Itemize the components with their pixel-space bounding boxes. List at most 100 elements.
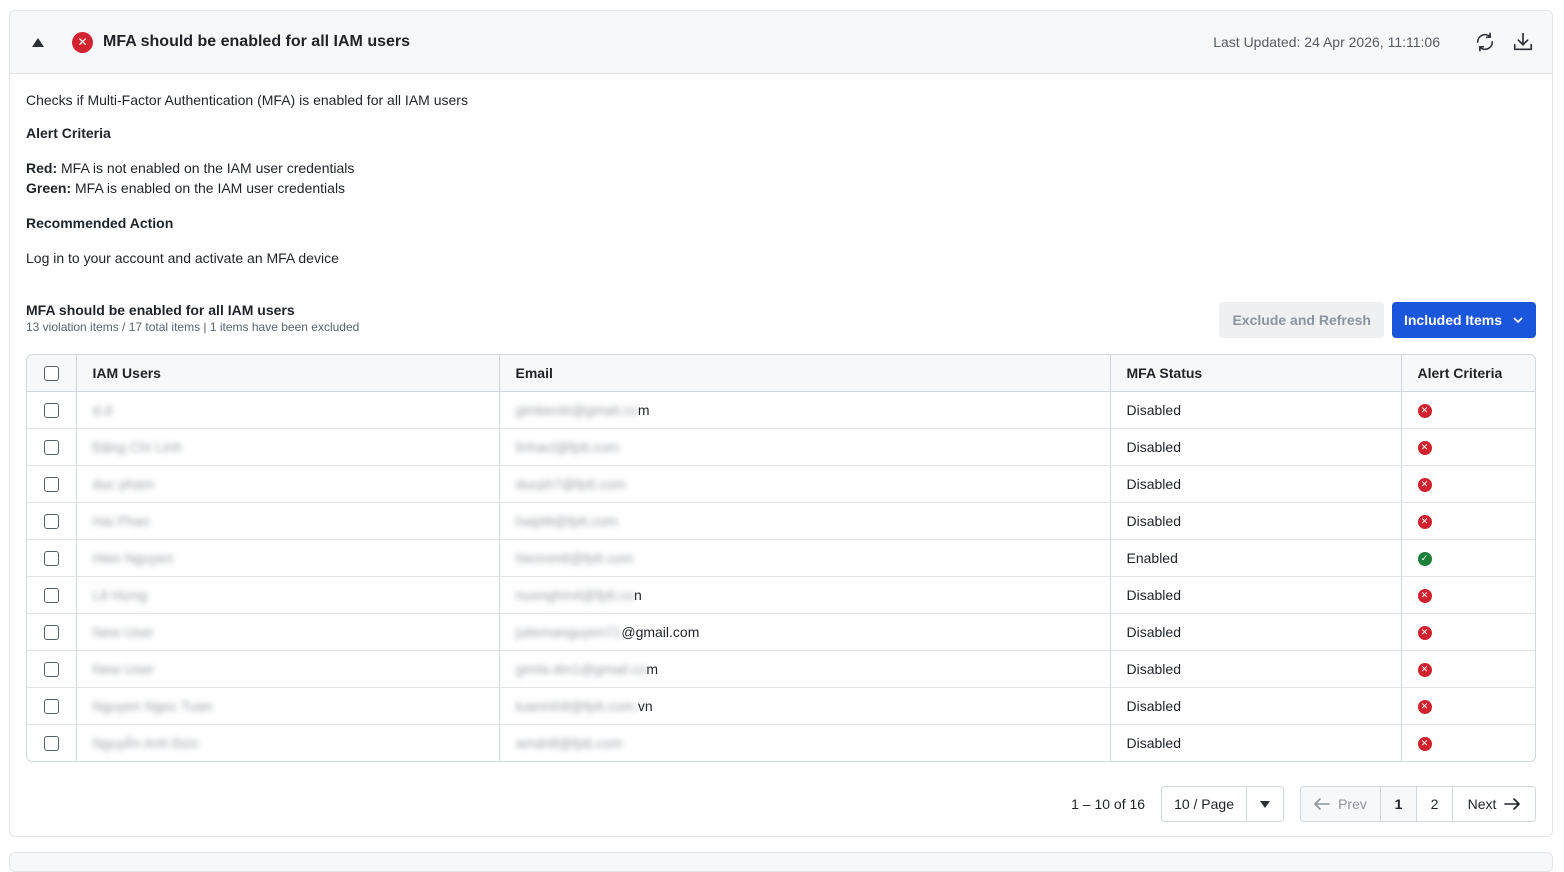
iam-user-name: Đặng Chí Linh [92, 438, 183, 455]
next-page-button[interactable]: Next [1453, 787, 1535, 821]
results-title: MFA should be enabled for all IAM users [26, 302, 295, 318]
email-redacted: hiennm8@fptt.com [515, 549, 634, 566]
alert-criteria-cell: ✕ [1401, 465, 1535, 503]
recommended-action-text: Log in to your account and activate an M… [26, 250, 339, 266]
iam-user-cell: Lê Hưng [76, 576, 500, 614]
iam-user-cell: Nguyễn Anh Đức [76, 724, 500, 761]
column-header-iam-users[interactable]: IAM Users [76, 355, 500, 392]
table-row[interactable]: Nguyen Ngoc Tuan tuanmh8@fptt.com.vn Disab… [27, 687, 1535, 725]
select-all-checkbox[interactable] [43, 366, 59, 382]
iam-user-cell: Đặng Chí Linh [76, 428, 500, 466]
page-button-2[interactable]: 2 [1417, 787, 1453, 821]
check-description: Checks if Multi-Factor Authentication (M… [26, 92, 468, 108]
page-buttons: Prev 1 2 Next [1300, 786, 1536, 822]
alert-criteria-cell: ✕ [1401, 687, 1535, 725]
row-checkbox[interactable] [43, 661, 59, 677]
email-redacted: haipt8@fptt.com [515, 512, 618, 529]
page-size-select[interactable]: 10 / Page [1161, 786, 1284, 822]
criteria-red-label: Red: [26, 160, 58, 176]
refresh-icon[interactable] [1472, 29, 1498, 55]
error-circle-icon: ✕ [1417, 736, 1432, 751]
error-circle-icon: ✕ [1417, 440, 1432, 455]
email-cell: nuonghm4@fptt.con [499, 576, 1111, 614]
row-checkbox[interactable] [43, 698, 59, 714]
iam-user-cell: duc pham [76, 465, 500, 503]
column-header-alert-criteria[interactable]: Alert Criteria [1401, 355, 1535, 392]
table-header-row: IAM Users Email MFA Status Alert Criteri… [27, 355, 1535, 392]
mfa-status-cell: Disabled [1110, 576, 1402, 614]
page-button-1[interactable]: 1 [1381, 787, 1417, 821]
chevron-down-icon [1513, 317, 1523, 323]
row-select-cell [27, 391, 77, 429]
mfa-status-cell: Disabled [1110, 465, 1402, 503]
mfa-status-cell: Disabled [1110, 502, 1402, 540]
criteria-green-label: Green: [26, 180, 72, 196]
prev-page-button[interactable]: Prev [1301, 787, 1381, 821]
table-row[interactable]: Đặng Chí Linh linhacl@fptt.com Disabled ✕ [27, 428, 1535, 466]
criteria-green-text: MFA is enabled on the IAM user credentia… [71, 180, 346, 196]
alert-criteria-cell: ✕ [1401, 613, 1535, 651]
row-checkbox[interactable] [43, 624, 59, 640]
email-redacted: ducph7@fptt.com [515, 475, 626, 492]
row-checkbox[interactable] [43, 513, 59, 529]
row-checkbox[interactable] [43, 550, 59, 566]
alert-criteria-cell: ✕ [1401, 391, 1535, 429]
email-visible: m [637, 401, 650, 418]
email-redacted: gimbeckt@gmail.co [515, 401, 638, 418]
included-items-button[interactable]: Included Items [1391, 302, 1536, 338]
page-size-dropdown[interactable] [1247, 787, 1283, 821]
row-checkbox[interactable] [43, 736, 59, 752]
alert-criteria-cell: ✕ [1401, 576, 1535, 614]
results-meta: 13 violation items / 17 total items | 1 … [26, 320, 360, 334]
row-checkbox[interactable] [43, 439, 59, 455]
table-row[interactable]: New User juliemanguyen71@gmail.com Disable… [27, 613, 1535, 651]
table-row[interactable]: Nguyễn Anh Đức amdn8@fptt.com Disabled ✕ [27, 724, 1535, 761]
email-redacted: gimla.dm1@gmail.co [515, 660, 647, 677]
email-cell: ducph7@fptt.com [499, 465, 1111, 503]
table-row[interactable]: New User gimla.dm1@gmail.com Disabled ✕ [27, 650, 1535, 688]
mfa-status-cell: Disabled [1110, 428, 1402, 466]
email-cell: gimla.dm1@gmail.com [499, 650, 1111, 688]
table-row[interactable]: duc pham ducph7@fptt.com Disabled ✕ [27, 465, 1535, 503]
table-row[interactable]: Hai Phan haipt8@fptt.com Disabled ✕ [27, 502, 1535, 540]
alert-criteria-cell: ✕ [1401, 502, 1535, 540]
iam-user-name: Nguyễn Anh Đức [92, 734, 200, 751]
error-circle-icon: ✕ [1417, 699, 1432, 714]
next-check-card[interactable] [9, 852, 1553, 872]
mfa-status-cell: Disabled [1110, 687, 1402, 725]
collapse-caret-icon[interactable] [32, 37, 44, 47]
email-cell: gimbeckt@gmail.com [499, 391, 1111, 429]
results-actions: Exclude and Refresh Included Items [1219, 302, 1536, 338]
row-checkbox[interactable] [43, 476, 59, 492]
results-header: MFA should be enabled for all IAM users … [26, 302, 1536, 338]
row-select-cell [27, 650, 77, 688]
download-icon[interactable] [1510, 29, 1536, 55]
iam-user-cell: Hai Phan [76, 502, 500, 540]
exclude-and-refresh-button[interactable]: Exclude and Refresh [1219, 302, 1384, 338]
email-visible: m [646, 660, 659, 677]
iam-user-cell: Nguyen Ngoc Tuan [76, 687, 500, 725]
iam-user-name: duc pham [92, 475, 154, 492]
email-cell: hiennm8@fptt.com [499, 539, 1111, 577]
iam-user-name: Hai Phan [92, 512, 151, 529]
recommended-action-heading: Recommended Action [26, 215, 174, 231]
prev-label: Prev [1338, 796, 1367, 812]
column-header-mfa-status[interactable]: MFA Status [1110, 355, 1402, 392]
mfa-status-cell: Disabled [1110, 613, 1402, 651]
card-header: ✕ MFA should be enabled for all IAM user… [10, 11, 1552, 74]
caret-down-icon [1260, 800, 1270, 808]
table-row[interactable]: d.d gimbeckt@gmail.com Disabled ✕ [27, 391, 1535, 429]
iam-user-cell: Hien Nguyen [76, 539, 500, 577]
row-checkbox[interactable] [43, 587, 59, 603]
table-row[interactable]: Lê Hưng nuonghm4@fptt.con Disabled ✕ [27, 576, 1535, 614]
page-size-value: 10 / Page [1162, 787, 1247, 821]
table-row[interactable]: Hien Nguyen hiennm8@fptt.com Enabled ✓ [27, 539, 1535, 577]
iam-user-cell: d.d [76, 391, 500, 429]
row-select-cell [27, 428, 77, 466]
error-circle-icon: ✕ [1417, 625, 1432, 640]
row-checkbox[interactable] [43, 402, 59, 418]
iam-user-name: New User [92, 660, 154, 677]
iam-user-name: Lê Hưng [92, 586, 148, 603]
alert-criteria-heading: Alert Criteria [26, 125, 111, 141]
column-header-email[interactable]: Email [499, 355, 1111, 392]
